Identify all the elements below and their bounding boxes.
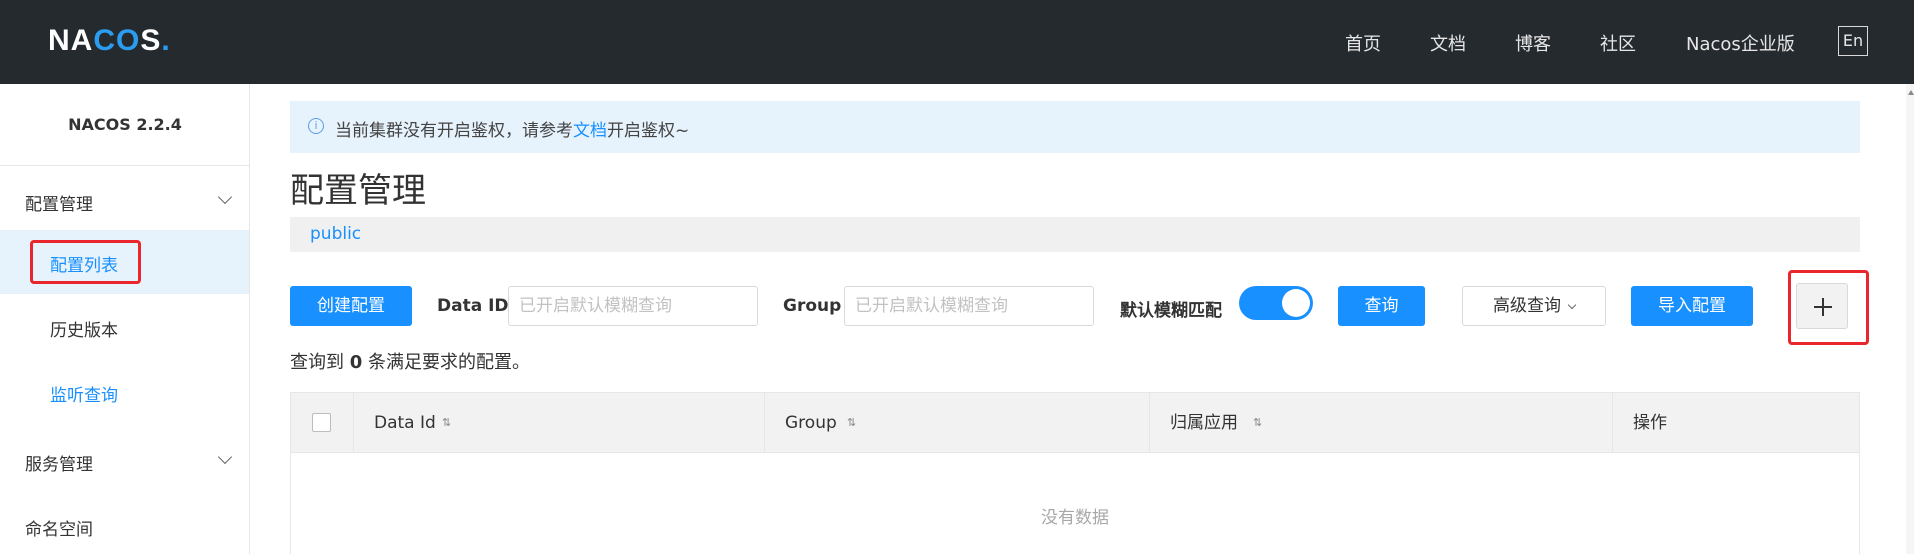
sidebar-item-listener-query[interactable]: 监听查询 bbox=[0, 360, 249, 424]
query-result-summary: 查询到 0 条满足要求的配置。 bbox=[290, 352, 530, 373]
column-header-group[interactable]: Group ⇅ bbox=[765, 393, 1150, 453]
table-header: Data Id ⇅ Group ⇅ 归属应用 ⇅ 操作 bbox=[291, 393, 1859, 453]
chevron-down-icon bbox=[1567, 300, 1577, 310]
advanced-query-button[interactable]: 高级查询 bbox=[1462, 286, 1606, 326]
language-toggle-button[interactable]: En bbox=[1838, 26, 1868, 56]
select-all-checkbox[interactable] bbox=[312, 413, 331, 432]
info-icon: i bbox=[308, 118, 324, 134]
toggle-knob bbox=[1282, 289, 1310, 317]
column-header-actions: 操作 bbox=[1633, 413, 1667, 433]
result-count: 0 bbox=[349, 352, 363, 373]
sidebar-item-history[interactable]: 历史版本 bbox=[0, 295, 249, 359]
sidebar: NACOS 2.2.4 配置管理 配置列表 历史版本 监听查询 服务管理 命名空… bbox=[0, 84, 250, 554]
notice-docs-link[interactable]: 文档 bbox=[573, 121, 607, 141]
nacos-logo[interactable]: NACOS. bbox=[48, 24, 171, 58]
data-id-input[interactable] bbox=[508, 286, 758, 326]
scroll-up-icon[interactable] bbox=[1908, 90, 1914, 95]
advanced-query-label: 高级查询 bbox=[1493, 296, 1561, 316]
highlight-box-config-list bbox=[30, 240, 141, 284]
version-label: NACOS 2.2.4 bbox=[0, 84, 250, 166]
data-id-label: Data ID bbox=[437, 296, 509, 316]
sidebar-group-config[interactable]: 配置管理 bbox=[25, 190, 93, 215]
group-input[interactable] bbox=[844, 286, 1094, 326]
sort-icon[interactable]: ⇅ bbox=[1253, 393, 1262, 453]
nav-blog[interactable]: 博客 bbox=[1515, 30, 1551, 56]
query-button[interactable]: 查询 bbox=[1338, 286, 1425, 326]
empty-table-text: 没有数据 bbox=[1041, 508, 1109, 528]
import-config-button[interactable]: 导入配置 bbox=[1631, 286, 1753, 326]
sidebar-item-namespace[interactable]: 命名空间 bbox=[25, 515, 93, 540]
nav-enterprise[interactable]: Nacos企业版 bbox=[1686, 30, 1795, 56]
fuzzy-match-label: 默认模糊匹配 bbox=[1120, 301, 1222, 321]
config-table: Data Id ⇅ Group ⇅ 归属应用 ⇅ 操作 没有数据 bbox=[290, 392, 1860, 554]
auth-notice-banner: i 当前集群没有开启鉴权，请参考文档开启鉴权~ bbox=[290, 101, 1860, 153]
sort-icon[interactable]: ⇅ bbox=[442, 393, 451, 453]
nav-community[interactable]: 社区 bbox=[1600, 30, 1636, 56]
namespace-public-link[interactable]: public bbox=[310, 224, 361, 244]
notice-text: 当前集群没有开启鉴权，请参考文档开启鉴权~ bbox=[335, 121, 690, 141]
sidebar-item-label: 监听查询 bbox=[50, 386, 118, 406]
group-label: Group bbox=[783, 296, 842, 316]
sidebar-item-label: 历史版本 bbox=[50, 321, 118, 341]
create-config-button[interactable]: 创建配置 bbox=[290, 286, 412, 326]
page-title: 配置管理 bbox=[290, 171, 426, 211]
nav-docs[interactable]: 文档 bbox=[1430, 30, 1466, 56]
namespace-bar: public bbox=[290, 217, 1860, 252]
sort-icon[interactable]: ⇅ bbox=[847, 393, 856, 453]
highlight-box-plus bbox=[1788, 270, 1869, 345]
nav-home[interactable]: 首页 bbox=[1345, 30, 1381, 56]
select-all-cell bbox=[291, 393, 354, 453]
column-header-data-id[interactable]: Data Id ⇅ bbox=[354, 393, 765, 453]
chevron-down-icon[interactable] bbox=[217, 189, 233, 205]
sidebar-group-service[interactable]: 服务管理 bbox=[25, 450, 93, 475]
fuzzy-match-toggle[interactable] bbox=[1239, 286, 1313, 320]
page-scrollbar[interactable] bbox=[1906, 84, 1914, 554]
column-header-app[interactable]: 归属应用 ⇅ bbox=[1150, 393, 1613, 453]
chevron-down-icon[interactable] bbox=[217, 449, 233, 465]
top-navbar: NACOS. 首页 文档 博客 社区 Nacos企业版 En bbox=[0, 0, 1914, 84]
